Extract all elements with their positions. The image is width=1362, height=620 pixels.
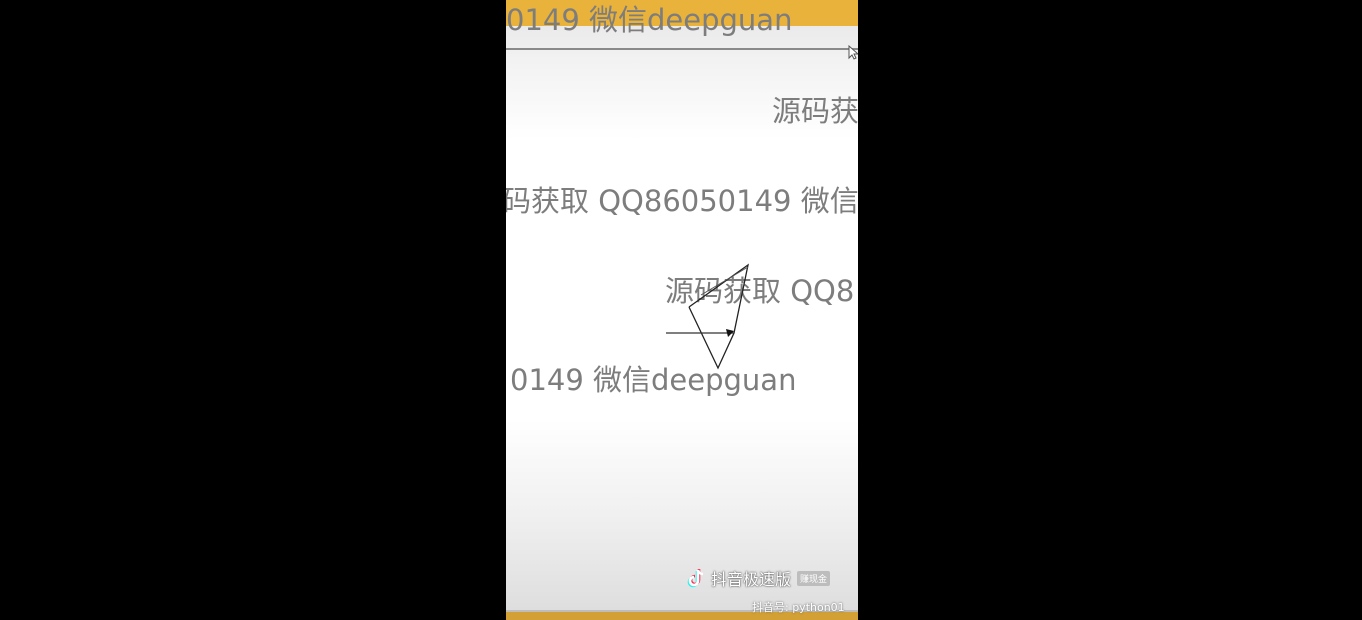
douyin-brand-watermark: 抖音极速版 赚现金: [686, 566, 831, 590]
watermark-text-2: 源码获: [772, 94, 858, 128]
douyin-logo-icon: [687, 569, 704, 588]
brand-badge: 赚现金: [797, 570, 831, 586]
top-divider-line: [506, 48, 858, 50]
account-id-label: 抖音号: python01: [752, 601, 845, 614]
watermark-text-3: 码获取 QQ86050149 微信: [506, 184, 858, 218]
mouse-pointer-icon: [848, 45, 858, 60]
turtle-drawing-sketch: [666, 263, 749, 370]
video-frame: 0149 微信deepguan 源码获 码获取 QQ86050149 微信 源码…: [506, 0, 858, 620]
watermark-text-1: 0149 微信deepguan: [506, 3, 793, 37]
brand-app-name: 抖音极速版: [711, 570, 792, 589]
